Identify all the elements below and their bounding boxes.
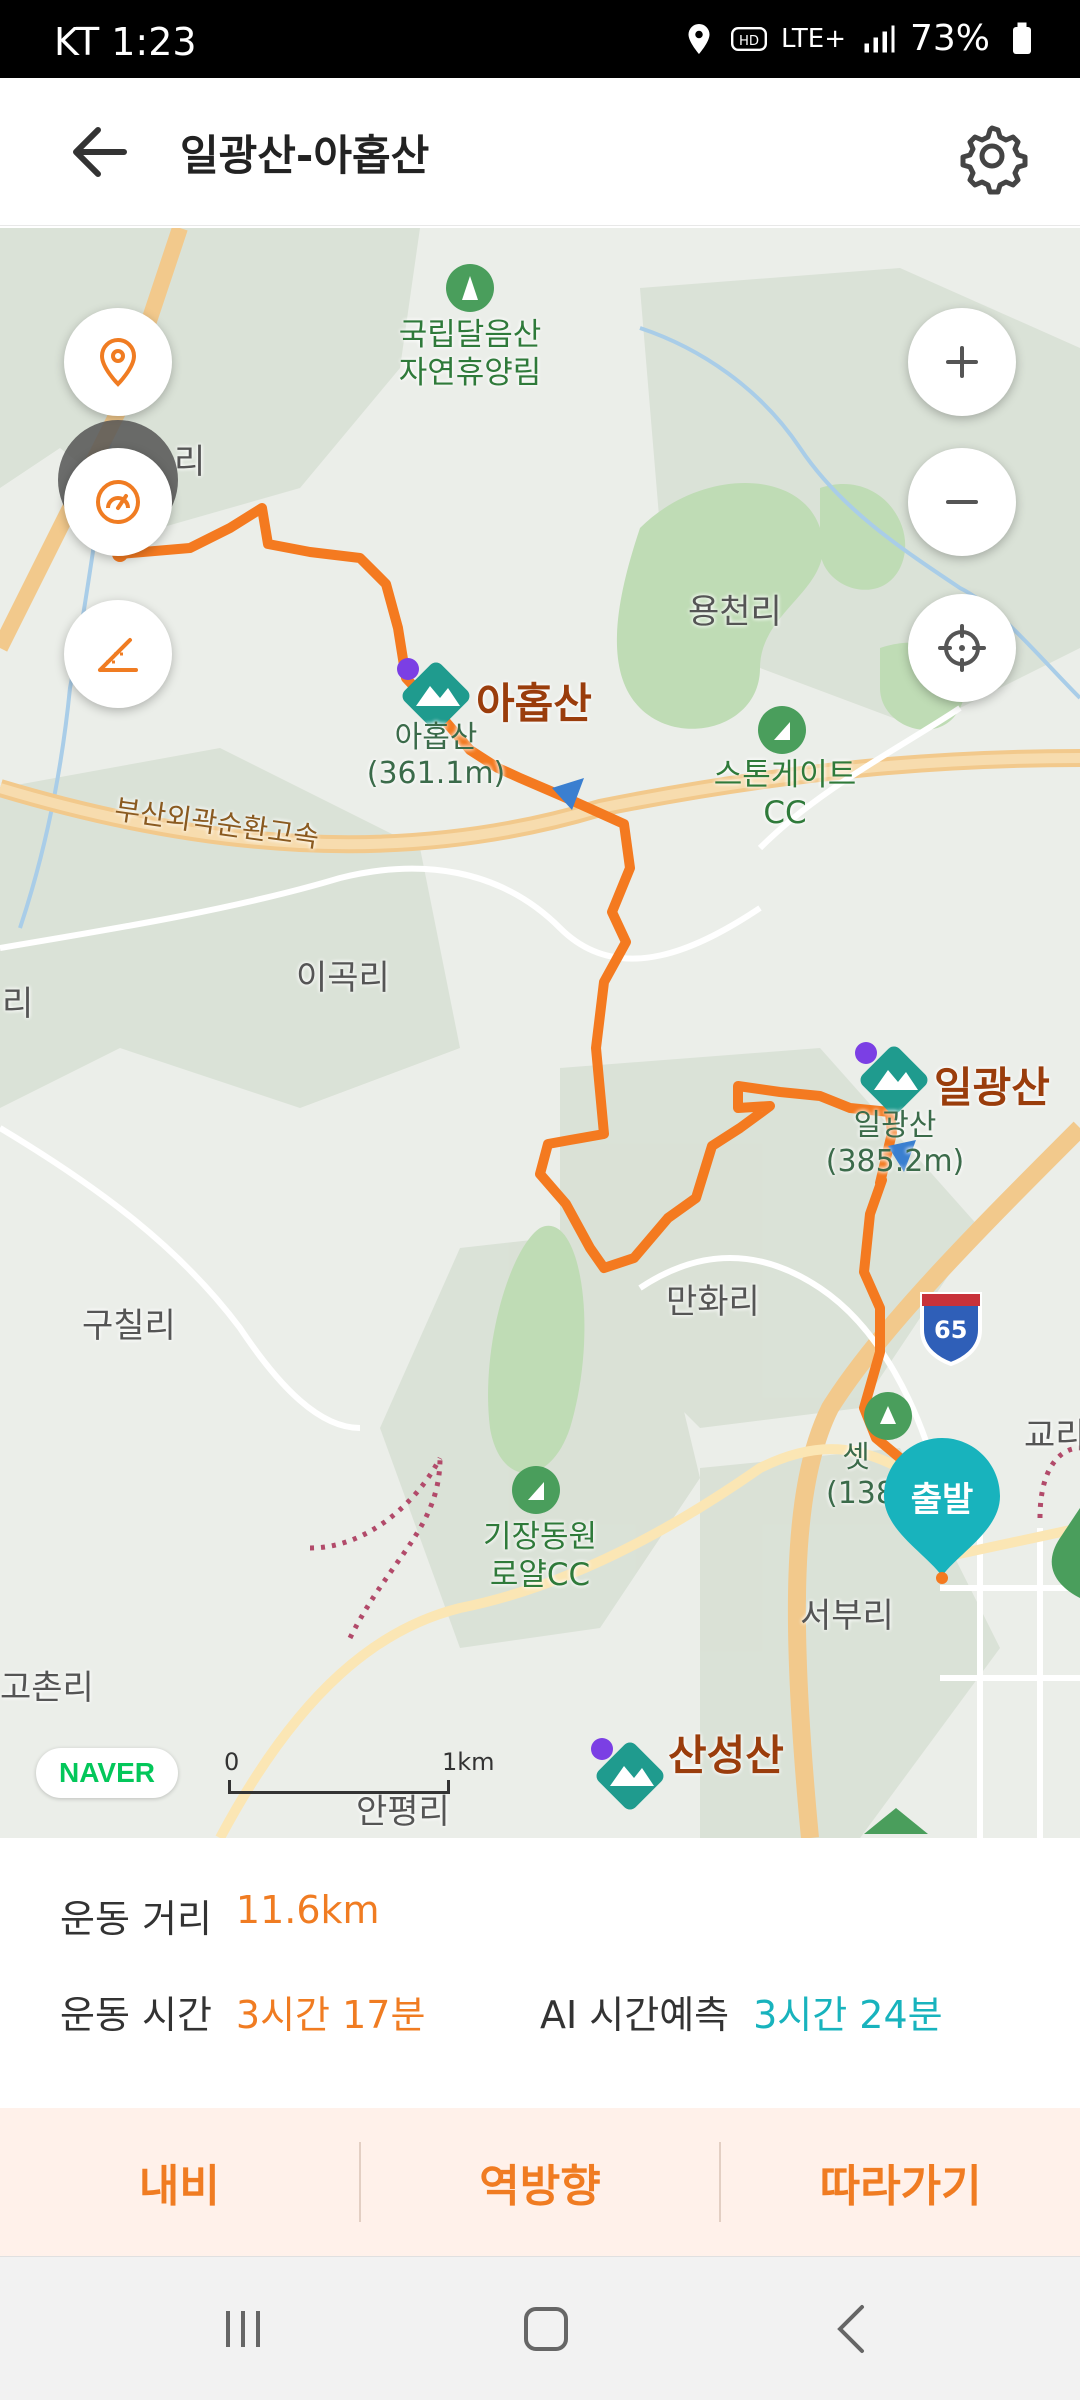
- label-gyo: 교리: [1024, 1416, 1080, 1456]
- ai-row: AI 시간예측 3시간 24분: [540, 1984, 943, 2039]
- gear-icon[interactable]: [952, 116, 1032, 196]
- distance-label: 운동 거리: [60, 1897, 212, 1941]
- action-bar: 내비 역방향 따라가기: [0, 2108, 1080, 2256]
- location-icon: [688, 23, 710, 54]
- start-pin-label: 출발: [910, 1480, 974, 1520]
- scale-start: 0: [224, 1748, 240, 1776]
- status-bar: KT 1:23 HD LTE+ 73%: [0, 0, 1080, 78]
- slope-icon: [98, 638, 138, 672]
- time-value: 3시간 17분: [235, 1993, 426, 2037]
- label-set-peak: 셋 (138: [826, 1440, 895, 1511]
- carrier-time: KT 1:23: [54, 20, 197, 64]
- label-ilgwang-elevation: 일광산 (385.2m): [825, 1108, 965, 1179]
- zoom-in-button[interactable]: [908, 308, 1016, 416]
- time-label: 운동 시간: [60, 1993, 212, 2037]
- zoom-out-button[interactable]: [908, 448, 1016, 556]
- home-icon[interactable]: [500, 2293, 590, 2365]
- naver-logo: NAVER: [36, 1748, 178, 1798]
- ai-label: AI 시간예측: [540, 1993, 730, 2037]
- label-manhwa: 만화리: [666, 1282, 760, 1322]
- signal-icon: [864, 25, 895, 52]
- stats-panel: 운동 거리 11.6km 운동 시간 3시간 17분 AI 시간예측 3시간 2…: [0, 1838, 1080, 2108]
- label-ri-left: 리: [174, 442, 206, 482]
- navi-button[interactable]: 내비: [0, 2108, 359, 2256]
- distance-value: 11.6km: [235, 1888, 380, 1932]
- label-ilgwang-peak-name: 일광산: [934, 1063, 1050, 1112]
- speedometer-icon: [96, 480, 140, 524]
- status-icons: HD LTE+ 73%: [681, 18, 1040, 59]
- scale-bar: [228, 1780, 450, 1794]
- distance-row: 운동 거리 11.6km: [60, 1888, 380, 1943]
- speedometer-button[interactable]: [64, 448, 172, 556]
- ai-value: 3시간 24분: [753, 1993, 943, 2037]
- label-sanseong-peak-name: 산성산: [668, 1731, 784, 1780]
- label-gochon: 고촌리: [0, 1668, 94, 1708]
- label-ahop-elevation: 아홉산 (361.1m): [366, 720, 506, 791]
- peak-marker-sanseong: [591, 1738, 664, 1810]
- elevation-button[interactable]: [64, 600, 172, 708]
- label-seobu: 서부리: [800, 1596, 894, 1636]
- label-route-65: 65: [934, 1316, 968, 1344]
- label-guchil: 구칠리: [82, 1306, 176, 1346]
- location-pin-button[interactable]: [64, 308, 172, 416]
- battery-percent: 73%: [909, 18, 990, 59]
- battery-icon: [1013, 22, 1031, 54]
- network-type: LTE+: [780, 23, 846, 54]
- recent-apps-icon[interactable]: [198, 2293, 288, 2365]
- app-header: 일광산-아홉산: [0, 78, 1080, 226]
- my-location-button[interactable]: [908, 594, 1016, 702]
- label-yongcheon: 용천리: [688, 592, 782, 632]
- map-scale: 0 1km: [224, 1748, 495, 1808]
- label-forest: 국립달음산 자연휴양림: [398, 317, 542, 391]
- time-row: 운동 시간 3시간 17분: [60, 1984, 425, 2039]
- label-stonegate: 스톤게이트 CC: [713, 757, 857, 831]
- system-back-icon[interactable]: [806, 2293, 896, 2365]
- system-nav-bar: [0, 2256, 1080, 2400]
- page-title: 일광산-아홉산: [180, 131, 430, 180]
- map-view[interactable]: 국립달음산 자연휴양림 리 용천리 아홉산 아홉산 (361.1m) 스톤게이트…: [0, 228, 1080, 1838]
- plus-icon: [946, 346, 978, 378]
- svg-text:HD: HD: [739, 34, 759, 49]
- hd-icon: HD: [730, 26, 767, 51]
- label-ri-left2: 리: [2, 984, 34, 1024]
- label-gijang-cc: 기장동원 로얄CC: [482, 1519, 598, 1593]
- reverse-button[interactable]: 역방향: [361, 2108, 720, 2256]
- map-pin-icon: [99, 337, 137, 387]
- follow-button[interactable]: 따라가기: [721, 2108, 1080, 2256]
- minus-icon: [946, 500, 978, 504]
- start-pin[interactable]: 출발: [880, 1436, 1004, 1586]
- scale-end: 1km: [442, 1748, 495, 1776]
- back-arrow-icon[interactable]: [60, 116, 144, 188]
- label-igok: 이곡리: [296, 958, 390, 998]
- crosshair-icon: [938, 624, 986, 672]
